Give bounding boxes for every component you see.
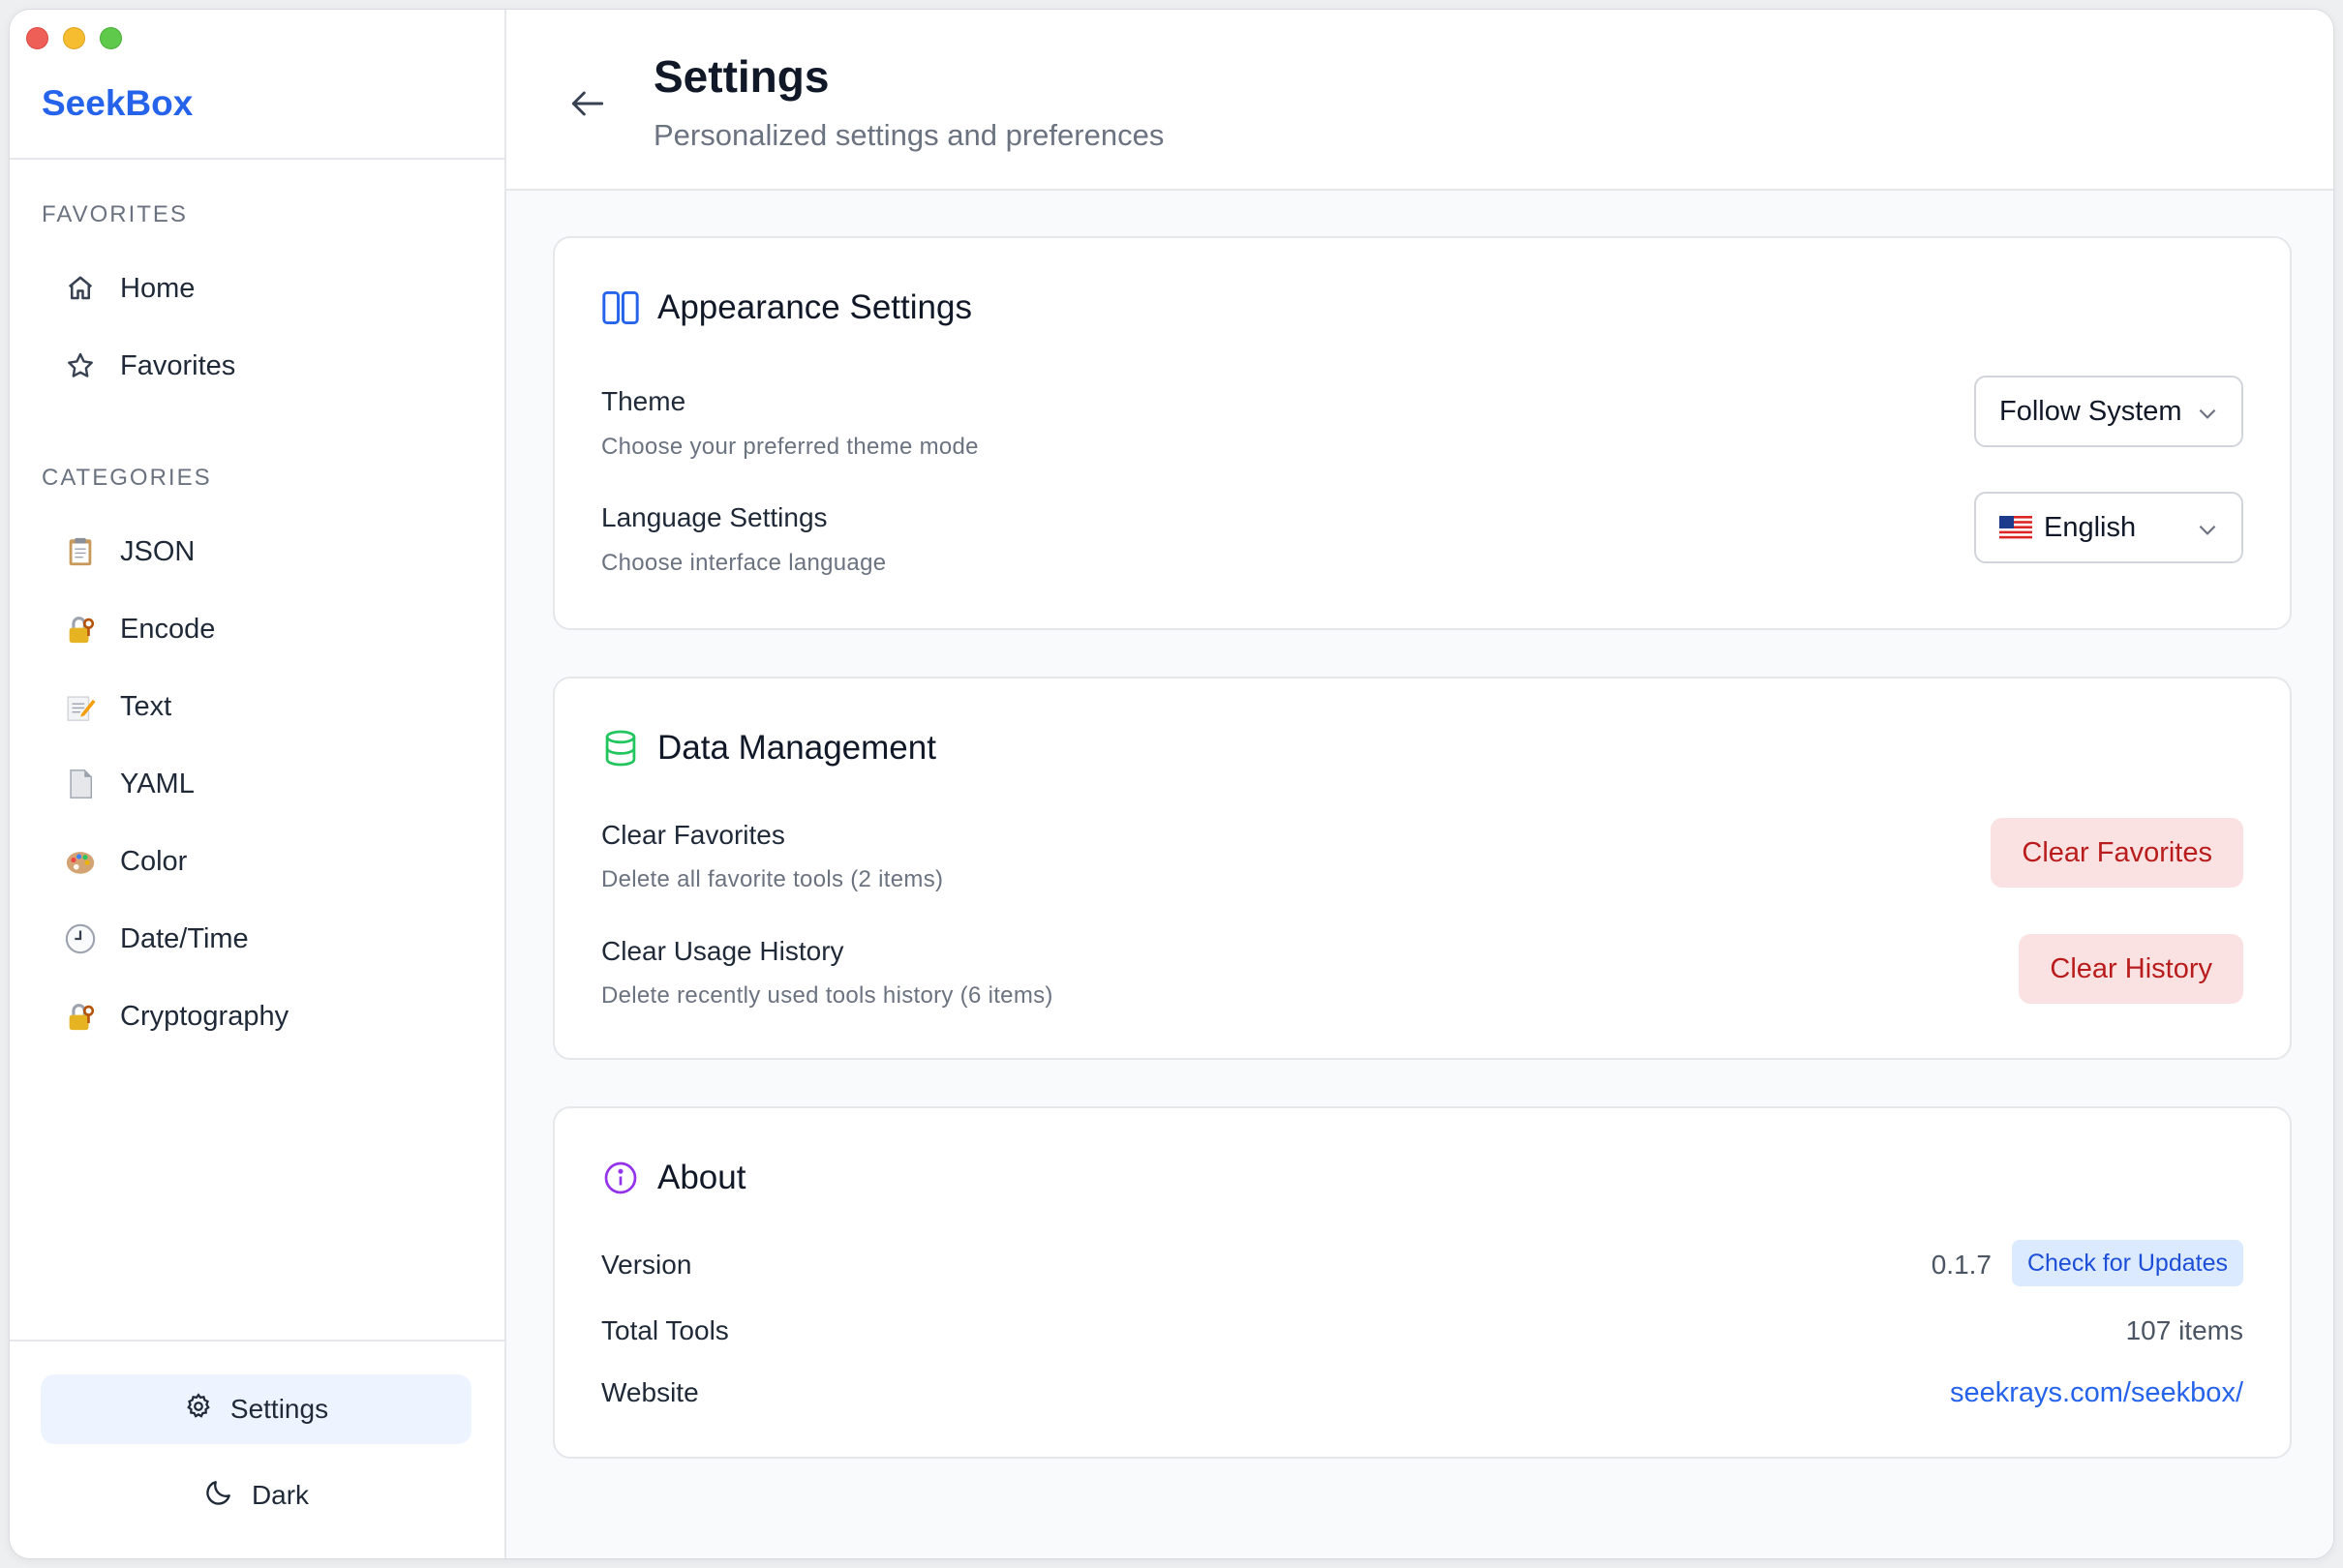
favorites-section-label: FAVORITES [42,201,188,227]
check-updates-button[interactable]: Check for Updates [2011,1240,2243,1286]
settings-button-label: Settings [229,1394,329,1424]
window-controls [26,27,122,49]
memo-icon [63,689,98,724]
divider [10,158,504,160]
total-tools-label: Total Tools [601,1315,729,1345]
sidebar-item-label: Color [120,845,188,877]
clear-favorites-description: Delete all favorite tools (2 items) [601,866,944,892]
moon-icon [203,1477,234,1515]
sidebar-item-encode[interactable]: Encode [63,600,479,658]
main-content: Settings Personalized settings and prefe… [506,10,2333,1558]
version-value: 0.1.7 [1931,1250,1992,1280]
sidebar-item-label: Favorites [120,349,236,381]
language-select-value: English [2044,511,2137,543]
appearance-settings-card: Appearance Settings Theme Choose your pr… [553,236,2292,630]
chevron-down-icon [2199,408,2216,419]
settings-button[interactable]: Settings [41,1374,472,1444]
dark-mode-label: Dark [251,1480,310,1510]
theme-select-value: Follow System [1999,395,2182,427]
website-label: Website [601,1377,699,1407]
maximize-window-button[interactable] [100,27,122,49]
theme-description: Choose your preferred theme mode [601,434,979,460]
card-title-text: Data Management [657,729,936,767]
page-subtitle: Personalized settings and preferences [654,118,1165,152]
info-icon [601,1159,640,1197]
page-header: Settings Personalized settings and prefe… [506,10,2333,191]
brand-logo[interactable]: SeekBox [42,83,193,124]
sidebar-item-text[interactable]: Text [63,678,479,736]
card-title-text: Appearance Settings [657,288,972,326]
database-icon [601,729,640,768]
data-management-card: Data Management Clear Favorites Delete a… [553,677,2292,1060]
sidebar-item-label: Home [120,272,196,304]
app-window: SeekBox FAVORITES Home Favorites CATEGOR… [9,9,2334,1559]
arrow-left-icon [571,91,604,116]
sidebar-item-yaml[interactable]: YAML [63,755,479,813]
lock-key-icon [63,999,98,1034]
sidebar-item-date-time[interactable]: Date/Time [63,910,479,968]
back-button[interactable] [566,82,609,125]
home-icon [63,271,98,306]
gear-icon [184,1392,213,1428]
close-window-button[interactable] [26,27,48,49]
card-title-text: About [657,1159,746,1196]
clipboard-icon [63,534,98,569]
clear-favorites-label: Clear Favorites [601,820,785,850]
sidebar-item-json[interactable]: JSON [63,523,479,581]
sidebar-item-label: Date/Time [120,922,249,954]
minimize-window-button[interactable] [63,27,85,49]
website-link[interactable]: seekrays.com/seekbox/ [1950,1377,2243,1409]
theme-label: Theme [601,386,686,416]
chevron-down-icon [2199,525,2216,535]
sidebar-item-cryptography[interactable]: Cryptography [63,987,479,1045]
clear-history-button[interactable]: Clear History [2019,934,2243,1004]
language-select[interactable]: English [1974,492,2243,563]
page-title: Settings [654,51,830,102]
categories-section-label: CATEGORIES [42,465,212,491]
palette-icon [63,844,98,879]
sidebar-item-label: Text [120,690,172,722]
total-tools-value: 107 items [2125,1315,2243,1345]
language-label: Language Settings [601,502,828,532]
us-flag-icon [1999,516,2032,539]
document-icon [63,767,98,801]
sidebar-item-home[interactable]: Home [63,259,479,317]
sidebar-item-label: Encode [120,613,216,645]
card-title: About [601,1159,746,1197]
sidebar-item-label: YAML [120,768,195,799]
divider [10,1340,504,1342]
clear-history-description: Delete recently used tools history (6 it… [601,982,1053,1009]
theme-select[interactable]: Follow System [1974,376,2243,447]
sidebar-item-label: Cryptography [120,1000,289,1032]
lock-key-icon [63,612,98,647]
star-icon [63,348,98,383]
card-title: Appearance Settings [601,288,972,327]
clear-history-label: Clear Usage History [601,936,844,966]
sidebar-item-color[interactable]: Color [63,832,479,890]
sidebar: SeekBox FAVORITES Home Favorites CATEGOR… [10,10,506,1558]
card-title: Data Management [601,729,936,768]
sidebar-item-label: JSON [120,535,196,567]
dark-mode-toggle[interactable]: Dark [41,1462,472,1529]
sidebar-item-favorites[interactable]: Favorites [63,337,479,395]
version-label: Version [601,1250,692,1280]
about-card: About Version 0.1.7 Check for Updates To… [553,1106,2292,1459]
columns-icon [601,288,640,327]
language-description: Choose interface language [601,550,887,576]
clock-icon [63,921,98,956]
clear-favorites-button[interactable]: Clear Favorites [1991,818,2243,888]
